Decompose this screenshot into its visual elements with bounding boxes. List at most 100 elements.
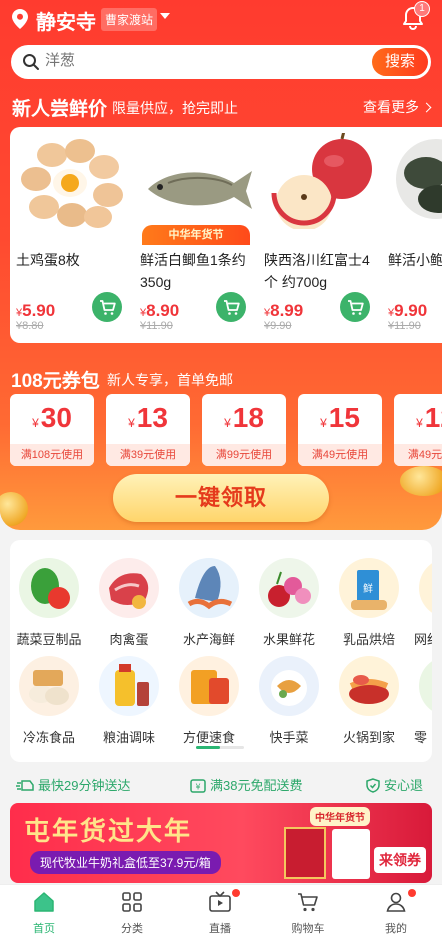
category-label: 方便速食 bbox=[182, 730, 235, 745]
product-price: ¥8.99 bbox=[264, 301, 303, 321]
tab-profile[interactable]: 我的 bbox=[352, 885, 440, 934]
add-to-cart-button[interactable] bbox=[340, 292, 370, 322]
coupon-currency: ¥ bbox=[224, 416, 231, 430]
tab-category[interactable]: 分类 bbox=[88, 885, 176, 934]
category-item[interactable]: 零 bbox=[410, 652, 432, 748]
category-item[interactable]: 冷冻食品 bbox=[10, 652, 88, 748]
fish-image bbox=[148, 171, 252, 209]
coupon-currency: ¥ bbox=[416, 416, 423, 430]
coupon-currency: ¥ bbox=[320, 416, 327, 430]
coupon-amount-value: 18 bbox=[232, 402, 264, 433]
product-card[interactable]: 土鸡蛋8枚 ¥5.90 ¥8.80 bbox=[10, 127, 134, 343]
category-label: 零 bbox=[414, 730, 428, 745]
tab-label: 直播 bbox=[209, 923, 231, 934]
bottom-tab-bar: 首页 分类 直播 购物车 我的 bbox=[0, 884, 442, 934]
category-item[interactable]: 快手菜 bbox=[250, 652, 328, 748]
search-bar[interactable]: 搜索 bbox=[11, 45, 431, 79]
coupon-amount-value: 12 bbox=[424, 402, 442, 433]
coupon-amount-value: 30 bbox=[40, 402, 72, 433]
product-name: 陕西洛川红富士4个 约700g bbox=[264, 252, 370, 290]
app-header: 静安寺 曹家渡站 1 bbox=[0, 0, 442, 40]
product-card[interactable]: 鲜活小鲍鱼约80g ¥9.90 ¥11.90 bbox=[382, 127, 442, 343]
coupon-currency: ¥ bbox=[128, 416, 135, 430]
coupon-amount: ¥13 bbox=[106, 402, 190, 434]
coin-decoration bbox=[0, 492, 28, 526]
tab-label: 首页 bbox=[33, 923, 55, 934]
category-grid: 蔬菜豆制品 肉禽蛋 水产海鲜 水果鲜花 鲜 乳品烘焙 网红 冷冻食品 bbox=[10, 540, 432, 762]
delivery-text: 最快29分钟送达 bbox=[38, 778, 131, 793]
product-price-value: 8.90 bbox=[146, 301, 180, 320]
product-card[interactable]: 陕西洛川红富士4个 约700g ¥8.99 ¥9.90 bbox=[258, 127, 382, 343]
new-user-subtitle: 限量供应，抢完即止 bbox=[112, 100, 238, 116]
product-original-price: ¥11.90 bbox=[140, 320, 173, 332]
egg-image bbox=[21, 139, 123, 228]
home-icon bbox=[34, 892, 54, 912]
coupon-card[interactable]: ¥18 满99元使用 bbox=[202, 394, 286, 466]
category-item[interactable]: 方便速食 bbox=[170, 652, 248, 748]
product-price: ¥9.90 bbox=[388, 301, 427, 321]
coupon-amount: ¥12 bbox=[394, 402, 442, 434]
see-more-link[interactable]: 查看更多 bbox=[363, 97, 432, 117]
tab-label: 分类 bbox=[121, 923, 143, 934]
category-label: 粮油调味 bbox=[102, 730, 155, 745]
tab-cart[interactable]: 购物车 bbox=[264, 885, 352, 934]
category-item[interactable]: 鲜 乳品烘焙 bbox=[330, 554, 408, 650]
coupon-condition: 满99元使用 bbox=[202, 444, 286, 466]
category-item[interactable]: 粮油调味 bbox=[90, 652, 168, 748]
add-to-cart-button[interactable] bbox=[216, 292, 246, 322]
category-item[interactable]: 肉禽蛋 bbox=[90, 554, 168, 650]
coupon-card[interactable]: ¥30 满108元使用 bbox=[10, 394, 94, 466]
cart-icon bbox=[100, 300, 116, 315]
category-item[interactable]: 水产海鲜 bbox=[170, 554, 248, 650]
claim-coupon-button[interactable]: 来领券 bbox=[374, 847, 426, 873]
coupon-amount: ¥15 bbox=[298, 402, 382, 434]
coupon-pack-title: 108元券包 bbox=[11, 371, 100, 392]
seafood-icon bbox=[179, 558, 239, 618]
category-item[interactable]: 火锅到家 bbox=[330, 652, 408, 748]
quick-dish-icon bbox=[259, 656, 319, 716]
product-price: ¥8.90 bbox=[140, 301, 179, 321]
coupon-card[interactable]: ¥13 满39元使用 bbox=[106, 394, 190, 466]
fruit-icon bbox=[259, 558, 319, 618]
coupon-amount-value: 15 bbox=[328, 402, 360, 433]
category-item[interactable]: 蔬菜豆制品 bbox=[10, 554, 88, 650]
assurance-text: 安心退 bbox=[384, 778, 424, 793]
category-item[interactable]: 水果鲜花 bbox=[250, 554, 328, 650]
category-label: 肉禽蛋 bbox=[109, 632, 149, 647]
category-item[interactable]: 网红 bbox=[410, 554, 432, 650]
category-label: 水产海鲜 bbox=[182, 632, 235, 647]
product-name: 鲜活小鲍鱼约80g bbox=[388, 252, 442, 268]
gift-box-image bbox=[284, 827, 326, 879]
promo-banner[interactable]: 屯年货过大年 现代牧业牛奶礼盒低至37.9元/箱 中华年货节 来领券 bbox=[10, 803, 432, 883]
category-label: 网红 bbox=[414, 632, 432, 647]
station-badge[interactable]: 曹家渡站 bbox=[101, 8, 158, 31]
money-icon: ¥ bbox=[190, 779, 206, 793]
see-more-label: 查看更多 bbox=[363, 99, 419, 115]
service-delivery: 最快29分钟送达 bbox=[16, 775, 130, 794]
promo-hero: 静安寺 曹家渡站 1 搜索 新人尝鲜价 限量供应，抢完即止 查看更多 bbox=[0, 0, 442, 530]
cart-icon bbox=[298, 893, 318, 912]
search-input[interactable] bbox=[45, 52, 345, 69]
tab-live[interactable]: 直播 bbox=[176, 885, 264, 934]
category-label: 冷冻食品 bbox=[22, 730, 75, 745]
svg-text:鲜: 鲜 bbox=[363, 582, 373, 595]
coupon-condition: 满108元使用 bbox=[10, 444, 94, 466]
product-card[interactable]: 中华年货节 鲜活白鲫鱼1条约350g ¥8.90 ¥11.90 bbox=[134, 127, 258, 343]
trending-icon bbox=[419, 558, 432, 618]
claim-all-button[interactable]: 一键领取 bbox=[113, 474, 329, 522]
search-button[interactable]: 搜索 bbox=[372, 48, 428, 76]
product-name: 鲜活白鲫鱼1条约350g bbox=[140, 252, 246, 290]
product-original-price: ¥11.90 bbox=[388, 320, 421, 332]
product-price-value: 8.99 bbox=[270, 301, 304, 320]
chevron-down-icon[interactable] bbox=[160, 13, 170, 19]
coupon-card[interactable]: ¥12 满49元使用 bbox=[394, 394, 442, 466]
coupon-card[interactable]: ¥15 满49元使用 bbox=[298, 394, 382, 466]
product-name: 土鸡蛋8枚 bbox=[16, 252, 80, 268]
add-to-cart-button[interactable] bbox=[92, 292, 122, 322]
location-name[interactable]: 静安寺 bbox=[36, 6, 96, 35]
tab-label: 我的 bbox=[385, 923, 407, 934]
tab-home[interactable]: 首页 bbox=[0, 885, 88, 934]
product-original-price: ¥9.90 bbox=[264, 320, 292, 332]
cart-icon bbox=[348, 300, 364, 315]
shield-check-icon bbox=[366, 778, 380, 793]
